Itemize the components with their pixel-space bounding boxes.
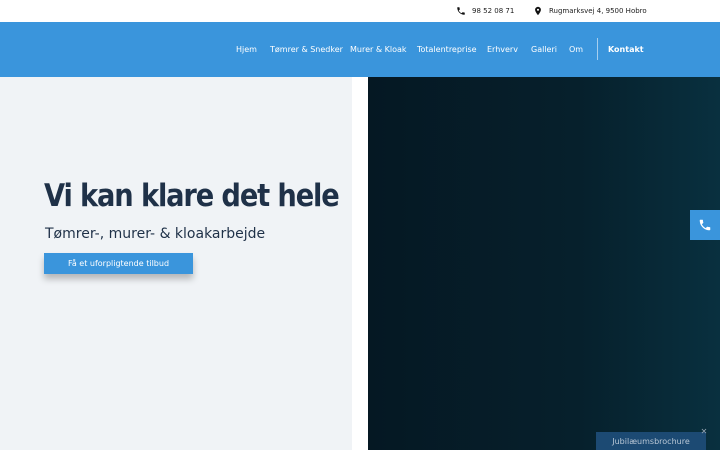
top-address-text: Rugmarksvej 4, 9500 Hobro	[549, 7, 647, 15]
nav-item-galleri[interactable]: Galleri	[531, 22, 557, 77]
nav-item-om[interactable]: Om	[569, 22, 583, 77]
top-address[interactable]: Rugmarksvej 4, 9500 Hobro	[533, 0, 647, 22]
nav-item-erhverv[interactable]: Erhverv	[487, 22, 518, 77]
get-quote-button[interactable]: Få et uforpligtende tilbud	[44, 253, 193, 274]
nav-item-tomrer-snedker[interactable]: Tømrer & Snedker	[270, 22, 343, 77]
hero-subtitle: Tømrer-, murer- & kloakarbejde	[45, 226, 266, 242]
phone-icon	[698, 218, 712, 232]
nav-item-totalentreprise[interactable]: Totalentreprise	[417, 22, 477, 77]
nav-item-murer-kloak[interactable]: Murer & Kloak	[350, 22, 407, 77]
top-phone[interactable]: 98 52 08 71	[456, 0, 514, 22]
close-icon[interactable]: ✕	[700, 428, 708, 436]
top-bar: 98 52 08 71 Rugmarksvej 4, 9500 Hobro	[0, 0, 720, 22]
phone-icon	[456, 6, 466, 16]
brochure-tab[interactable]: Jubilæumsbrochure	[596, 432, 706, 450]
floating-call-button[interactable]	[690, 210, 720, 240]
map-pin-icon	[533, 6, 543, 16]
hero-image-area	[368, 77, 720, 450]
nav-item-hjem[interactable]: Hjem	[236, 22, 257, 77]
hero-title: Vi kan klare det hele	[44, 178, 340, 214]
nav-divider	[597, 38, 598, 60]
main-navigation: Hjem Tømrer & Snedker Murer & Kloak Tota…	[0, 22, 720, 77]
top-phone-number: 98 52 08 71	[472, 7, 515, 15]
hero-gap	[352, 77, 368, 450]
nav-item-kontakt[interactable]: Kontakt	[608, 22, 644, 77]
